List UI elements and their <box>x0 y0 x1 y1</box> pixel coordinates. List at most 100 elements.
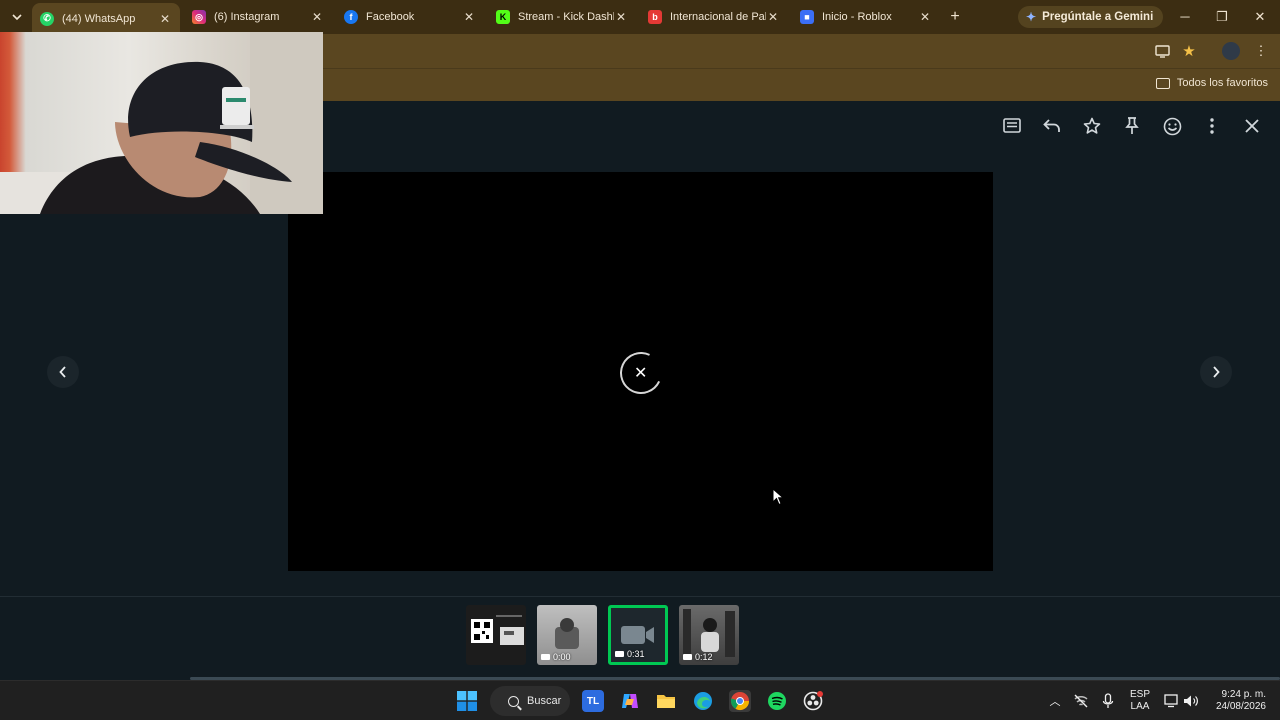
close-window-button[interactable]: ✕ <box>1251 8 1269 26</box>
tab-roblox[interactable]: ■ Inicio - Roblox ✕ <box>792 4 940 30</box>
tab-title: Facebook <box>366 11 415 23</box>
start-button[interactable] <box>456 690 478 712</box>
previous-media-button[interactable] <box>47 356 79 388</box>
emoji-button[interactable] <box>1162 116 1182 136</box>
clock-date: 24/08/2026 <box>1215 701 1266 712</box>
tab-close-icon[interactable]: ✕ <box>918 10 932 24</box>
tab-close-icon[interactable]: ✕ <box>158 12 172 26</box>
tlauncher-icon[interactable]: TL <box>582 690 604 712</box>
restore-button[interactable]: ❐ <box>1213 8 1231 26</box>
video-duration: 0:12 <box>683 652 713 662</box>
microphone-icon[interactable] <box>1097 690 1119 712</box>
reply-button[interactable] <box>1042 116 1062 136</box>
mouse-cursor <box>772 488 784 506</box>
chrome-icon[interactable] <box>729 690 751 712</box>
chevron-down-icon <box>12 14 22 21</box>
tab-instagram[interactable]: ◎ (6) Instagram ✕ <box>184 4 332 30</box>
tab-title: Internacional de Palm <box>670 11 766 23</box>
gemini-button[interactable]: ✦ Pregúntale a Gemini <box>1018 6 1164 28</box>
star-icon <box>1083 117 1101 134</box>
folder-icon <box>1155 77 1170 89</box>
new-tab-button[interactable]: + <box>946 8 964 26</box>
tab-close-icon[interactable]: ✕ <box>766 10 780 24</box>
tab-title: Inicio - Roblox <box>822 11 892 23</box>
video-duration: 0:00 <box>541 652 571 662</box>
profile-avatar[interactable] <box>1222 42 1240 60</box>
video-camera-icon <box>615 651 624 657</box>
chevron-left-icon <box>59 366 66 378</box>
tab-title: (6) Instagram <box>214 11 280 23</box>
taskbar-search[interactable]: Buscar <box>490 686 570 716</box>
reply-icon <box>1043 119 1060 132</box>
video-player[interactable]: ✕ <box>288 172 993 571</box>
instagram-icon: ◎ <box>192 10 206 24</box>
close-viewer-button[interactable] <box>1242 116 1262 136</box>
bookmark-star-icon[interactable]: ★ <box>1181 43 1197 60</box>
browser-menu-icon[interactable]: ⋮ <box>1253 43 1269 59</box>
windows-taskbar: Buscar TL ︿ ESP LAA 9:24 p. m. 24/08/202… <box>0 680 1280 720</box>
video-camera-icon <box>683 654 692 660</box>
whatsapp-icon: ✆ <box>40 11 54 26</box>
webcam-overlay <box>0 32 323 214</box>
pin-button[interactable] <box>1122 116 1142 136</box>
thumbnail-image[interactable] <box>466 605 526 665</box>
all-bookmarks-button[interactable]: Todos los favoritos <box>1155 77 1268 89</box>
install-app-icon[interactable] <box>1154 43 1170 59</box>
clock-time: 9:24 p. m. <box>1221 689 1266 700</box>
next-media-button[interactable] <box>1200 356 1232 388</box>
pin-icon <box>1125 117 1139 134</box>
webcam-person-image <box>0 32 323 214</box>
media-thumbnails: 0:00 0:31 0:12 <box>466 605 750 665</box>
cancel-icon: ✕ <box>634 365 648 382</box>
tab-internacional[interactable]: b Internacional de Palm ✕ <box>640 4 788 30</box>
loading-cancel-button[interactable]: ✕ <box>614 346 668 400</box>
message-icon <box>1003 118 1021 133</box>
emoji-icon <box>1163 117 1181 135</box>
more-options-button[interactable] <box>1202 116 1222 136</box>
search-label: Buscar <box>527 695 562 707</box>
copilot-icon[interactable] <box>619 690 641 712</box>
gemini-sparkle-icon: ✦ <box>1026 10 1037 24</box>
tab-title: Stream - Kick Dashbo <box>518 11 614 23</box>
roblox-icon: ■ <box>800 10 814 24</box>
system-clock[interactable]: 9:24 p. m. 24/08/2026 <box>1216 689 1266 713</box>
thumbnail-video-selected[interactable]: 0:31 <box>608 605 668 665</box>
tab-title: (44) WhatsApp <box>62 12 136 25</box>
menu-icon <box>1210 118 1214 134</box>
obs-icon[interactable] <box>802 690 824 712</box>
search-icon <box>508 695 519 707</box>
thumbnail-video[interactable]: 0:12 <box>679 605 739 665</box>
video-camera-icon <box>541 654 550 660</box>
spotify-icon[interactable] <box>766 690 788 712</box>
tab-kick[interactable]: K Stream - Kick Dashbo ✕ <box>488 4 636 30</box>
chevron-up-icon[interactable]: ︿ <box>1044 690 1066 712</box>
volume-icon[interactable] <box>1180 690 1202 712</box>
language-code: ESP <box>1130 689 1151 700</box>
input-language[interactable]: ESP LAA <box>1130 689 1150 713</box>
viewer-actions <box>1002 116 1262 136</box>
windows-logo-icon <box>457 691 477 711</box>
keyboard-layout: LAA <box>1130 701 1150 712</box>
divider <box>0 596 1280 597</box>
facebook-icon: f <box>344 10 358 24</box>
file-explorer-icon[interactable] <box>655 690 677 712</box>
minimize-button[interactable]: ─ <box>1176 8 1194 26</box>
thumbnail-video[interactable]: 0:00 <box>537 605 597 665</box>
message-button[interactable] <box>1002 116 1022 136</box>
tab-close-icon[interactable]: ✕ <box>614 10 628 24</box>
close-icon <box>1245 119 1259 133</box>
internacional-icon: b <box>648 10 662 24</box>
tab-search-button[interactable] <box>6 7 28 27</box>
tab-close-icon[interactable]: ✕ <box>462 10 476 24</box>
chevron-right-icon <box>1213 366 1220 378</box>
qr-code-image <box>471 615 524 645</box>
tab-close-icon[interactable]: ✕ <box>310 10 324 24</box>
edge-icon[interactable] <box>692 690 714 712</box>
tab-whatsapp[interactable]: ✆ (44) WhatsApp ✕ <box>32 3 180 34</box>
kick-icon: K <box>496 10 510 24</box>
network-off-icon[interactable] <box>1070 690 1092 712</box>
all-bookmarks-label: Todos los favoritos <box>1176 77 1268 89</box>
tab-strip: ✆ (44) WhatsApp ✕ ◎ (6) Instagram ✕ f Fa… <box>0 0 1280 34</box>
star-button[interactable] <box>1082 116 1102 136</box>
tab-facebook[interactable]: f Facebook ✕ <box>336 4 484 30</box>
